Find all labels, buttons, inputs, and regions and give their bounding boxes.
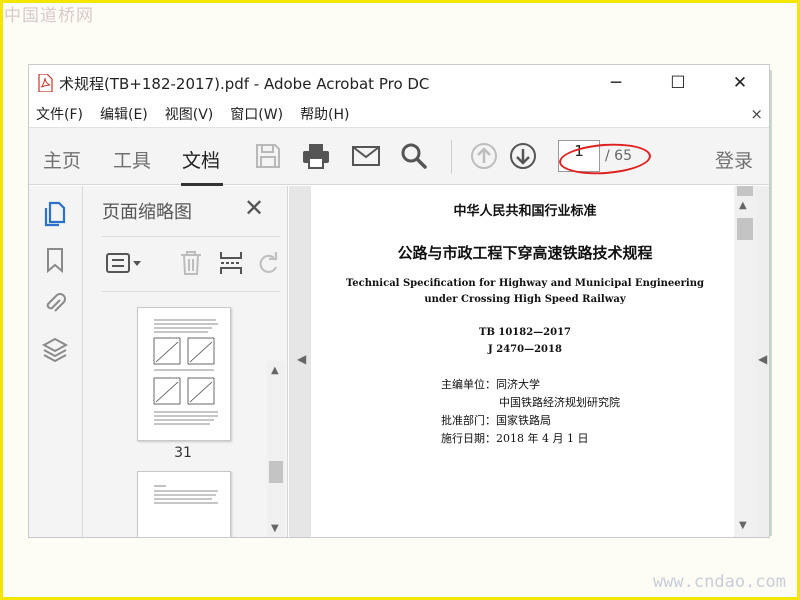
attachment-icon[interactable]: [42, 290, 68, 318]
menu-view[interactable]: 视图(V): [165, 104, 214, 124]
doc-title-cn: 公路与市政工程下穿高速铁路技术规程: [397, 244, 653, 262]
doc-scroll-up-arrow[interactable]: ▲: [739, 200, 747, 211]
doc-chief-editor-2: 中国铁路经济规划研究院: [499, 396, 620, 409]
collapse-right-arrow[interactable]: ◀: [297, 352, 306, 366]
site-watermark-top: 中国道桥网: [4, 6, 94, 26]
tab-home[interactable]: 主页: [43, 146, 81, 173]
doc-chief-editor: 主编单位：同济大学: [441, 378, 540, 391]
save-icon[interactable]: [253, 141, 283, 171]
menu-help[interactable]: 帮助(H): [300, 104, 349, 124]
undo-icon[interactable]: [256, 249, 282, 281]
document-view: ◀ 中华人民共和国行业标准 公路与市政工程下穿高速铁路技术规程 Technica…: [289, 186, 769, 537]
search-icon[interactable]: [399, 141, 429, 171]
login-button[interactable]: 登录: [715, 146, 753, 173]
next-page-icon[interactable]: [508, 141, 538, 171]
expand-right-pane-arrow[interactable]: ◀: [758, 352, 767, 366]
menu-file[interactable]: 文件(F): [36, 104, 83, 124]
previous-page-icon[interactable]: [469, 141, 499, 171]
tab-tools[interactable]: 工具: [113, 146, 151, 173]
navigation-rail: [29, 186, 83, 537]
menu-edit[interactable]: 编辑(E): [100, 104, 148, 124]
tab-document[interactable]: 文档: [182, 146, 220, 173]
menu-bar: 文件(F) 编辑(E) 视图(V) 窗口(W) 帮助(H) ×: [29, 101, 769, 127]
thumbnail-page-31[interactable]: [137, 307, 231, 441]
options-menu-icon[interactable]: [106, 251, 142, 281]
pdf-page: 中华人民共和国行业标准 公路与市政工程下穿高速铁路技术规程 Technical …: [311, 186, 739, 537]
thumbnail-page-label: 31: [174, 445, 192, 461]
page-thumbnails-icon[interactable]: [42, 200, 68, 228]
panel-toolbar: [102, 236, 280, 292]
doc-record-code: J 2470—2018: [488, 344, 562, 355]
close-document-button[interactable]: ×: [750, 105, 763, 123]
bookmark-icon[interactable]: [42, 246, 68, 274]
maximize-button[interactable]: ☐: [647, 65, 709, 101]
delete-icon[interactable]: [178, 249, 204, 281]
scroll-up-arrow[interactable]: ▲: [271, 365, 279, 376]
close-window-button[interactable]: ✕: [709, 65, 769, 101]
email-icon[interactable]: [351, 141, 381, 171]
toolbar-separator: [451, 140, 452, 174]
document-scrollbar[interactable]: ▲ ▼: [734, 186, 756, 537]
site-watermark-bottom: www.cndao.com: [652, 572, 786, 592]
minimize-button[interactable]: ─: [585, 65, 647, 101]
doc-title-en-line1: Technical Specification for Highway and …: [346, 278, 704, 289]
insert-page-icon[interactable]: [218, 249, 244, 281]
print-icon[interactable]: [301, 141, 331, 171]
panel-title: 页面缩略图: [102, 202, 192, 223]
toolbar: 主页 工具 文档 1 / 65 登录: [29, 127, 769, 186]
acrobat-window: 术规程(TB+182-2017).pdf - Adobe Acrobat Pro…: [28, 64, 770, 538]
title-bar: 术规程(TB+182-2017).pdf - Adobe Acrobat Pro…: [29, 65, 769, 101]
menu-window[interactable]: 窗口(W): [230, 104, 283, 124]
right-pane-toggle[interactable]: ◀: [756, 186, 769, 537]
doc-effective-date: 施行日期：2018 年 4 月 1 日: [441, 432, 589, 445]
window-title: 术规程(TB+182-2017).pdf - Adobe Acrobat Pro…: [59, 74, 430, 93]
doc-scroll-down-arrow[interactable]: ▼: [739, 520, 747, 531]
scroll-down-arrow[interactable]: ▼: [271, 523, 279, 534]
pdf-file-icon: [37, 74, 53, 92]
close-panel-button[interactable]: ✕: [244, 194, 264, 222]
layers-icon[interactable]: [41, 336, 69, 364]
thumbnails-panel: 页面缩略图 ✕ 31 ▲ ▼: [83, 186, 300, 537]
doc-title-en-line2: under Crossing High Speed Railway: [424, 294, 626, 305]
doc-approval-dept: 批准部门：国家铁路局: [441, 414, 551, 427]
scrollbar-thumb[interactable]: [269, 461, 283, 483]
doc-standard-code: TB 10182—2017: [479, 327, 571, 338]
doc-standard-category: 中华人民共和国行业标准: [453, 204, 597, 219]
thumbnail-list: 31: [83, 293, 288, 537]
thumbnail-scrollbar[interactable]: ▲ ▼: [267, 361, 285, 537]
scrollbar-top-cap: [737, 186, 753, 196]
doc-scrollbar-thumb[interactable]: [737, 218, 753, 240]
thumbnail-page-32[interactable]: [137, 471, 231, 537]
